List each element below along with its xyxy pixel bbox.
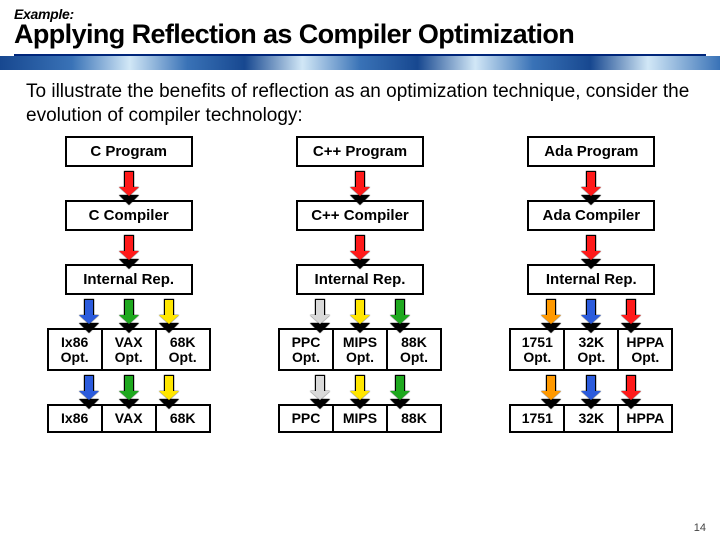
arrow-row bbox=[581, 171, 601, 196]
arrow-down-icon bbox=[581, 299, 601, 324]
arrow-down-icon bbox=[621, 375, 641, 400]
arrow-row bbox=[541, 375, 641, 400]
opt-box: 88KOpt. bbox=[386, 328, 442, 371]
arrow-row bbox=[79, 299, 179, 324]
slide-title: Applying Reflection as Compiler Optimiza… bbox=[14, 20, 706, 48]
arrow-down-icon bbox=[159, 299, 179, 324]
arrow-row bbox=[350, 235, 370, 260]
opt-box: PPCOpt. bbox=[278, 328, 334, 371]
arrow-down-icon bbox=[119, 299, 139, 324]
opt-box: 1751Opt. bbox=[509, 328, 565, 371]
diagram-column: C++ Program C++ Compiler Internal Rep. P… bbox=[253, 136, 466, 433]
arrow-down-icon bbox=[350, 171, 370, 196]
decorative-band bbox=[0, 56, 720, 70]
arrow-down-icon bbox=[159, 375, 179, 400]
opt-box: MIPSOpt. bbox=[332, 328, 388, 371]
arrow-down-icon bbox=[621, 299, 641, 324]
arrow-row bbox=[79, 375, 179, 400]
opt-box: HPPAOpt. bbox=[617, 328, 673, 371]
diagram-columns: C Program C Compiler Internal Rep. Ix86O… bbox=[0, 136, 720, 433]
arrow-down-icon bbox=[119, 235, 139, 260]
slide-header: Example: Applying Reflection as Compiler… bbox=[0, 0, 720, 56]
opt-row: 1751Opt. 32KOpt. HPPAOpt. bbox=[509, 328, 673, 371]
arrow-row bbox=[119, 235, 139, 260]
opt-row: PPCOpt. MIPSOpt. 88KOpt. bbox=[278, 328, 442, 371]
program-box: Ada Program bbox=[527, 136, 655, 167]
arrow-down-icon bbox=[581, 171, 601, 196]
diagram-column: Ada Program Ada Compiler Internal Rep. 1… bbox=[485, 136, 698, 433]
arrow-down-icon bbox=[79, 375, 99, 400]
arrow-down-icon bbox=[310, 375, 330, 400]
arrow-down-icon bbox=[390, 299, 410, 324]
arrow-down-icon bbox=[350, 375, 370, 400]
arrow-down-icon bbox=[581, 235, 601, 260]
arrow-down-icon bbox=[119, 375, 139, 400]
arrow-down-icon bbox=[119, 171, 139, 196]
arrow-row bbox=[310, 375, 410, 400]
arrow-down-icon bbox=[310, 299, 330, 324]
arrow-row bbox=[119, 171, 139, 196]
intro-text: To illustrate the benefits of reflection… bbox=[0, 70, 720, 136]
arrow-row bbox=[581, 235, 601, 260]
arrow-row bbox=[310, 299, 410, 324]
opt-box: VAXOpt. bbox=[101, 328, 157, 371]
opt-row: Ix86Opt. VAXOpt. 68KOpt. bbox=[47, 328, 211, 371]
arrow-down-icon bbox=[79, 299, 99, 324]
arrow-down-icon bbox=[350, 235, 370, 260]
arrow-down-icon bbox=[541, 375, 561, 400]
arrow-row bbox=[350, 171, 370, 196]
diagram-column: C Program C Compiler Internal Rep. Ix86O… bbox=[22, 136, 235, 433]
arrow-down-icon bbox=[350, 299, 370, 324]
arrow-down-icon bbox=[581, 375, 601, 400]
arrow-row bbox=[541, 299, 641, 324]
opt-box: 32KOpt. bbox=[563, 328, 619, 371]
page-number: 14 bbox=[694, 522, 706, 534]
arrow-down-icon bbox=[390, 375, 410, 400]
opt-box: 68KOpt. bbox=[155, 328, 211, 371]
program-box: C++ Program bbox=[296, 136, 424, 167]
arrow-down-icon bbox=[541, 299, 561, 324]
opt-box: Ix86Opt. bbox=[47, 328, 103, 371]
program-box: C Program bbox=[65, 136, 193, 167]
